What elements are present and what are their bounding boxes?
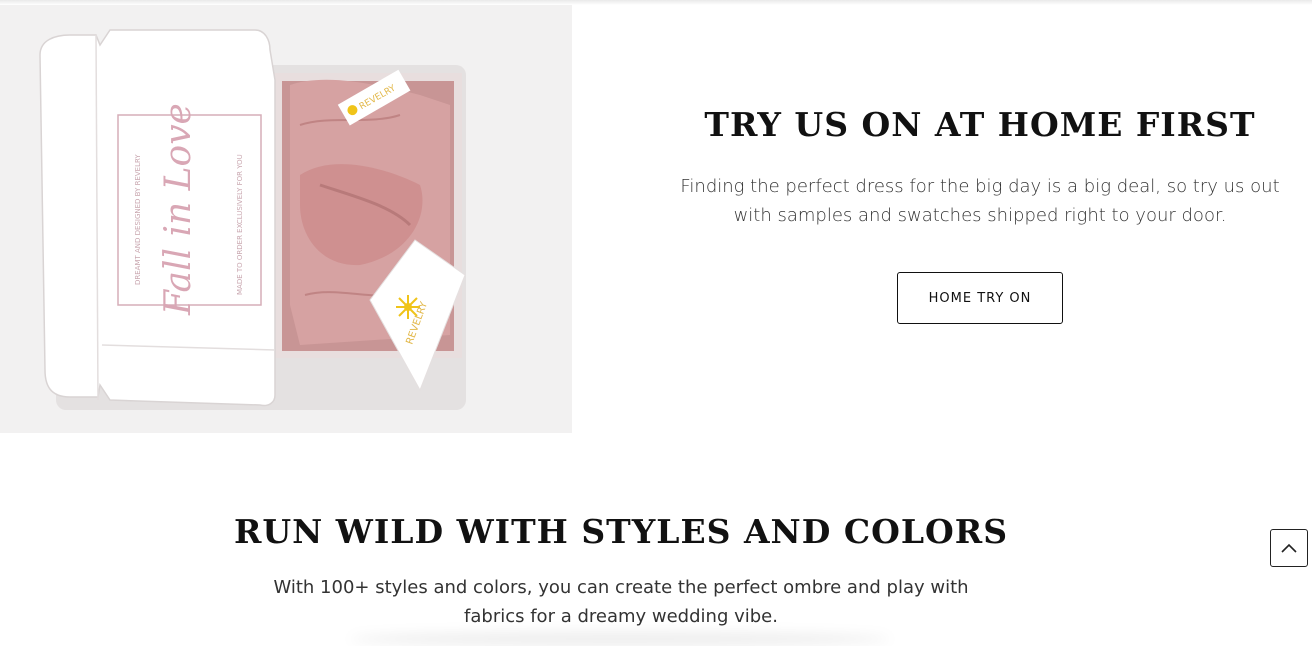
box-right-text: MADE TO ORDER EXCLUSIVELY FOR YOU: [236, 154, 244, 295]
hero-image: Fall in Love DREAMT AND DESIGNED BY REVE…: [0, 5, 572, 433]
home-try-on-button[interactable]: HOME TRY ON: [897, 272, 1063, 324]
try-section-title: TRY US ON AT HOME FIRST: [704, 105, 1256, 144]
box-left-text: DREAMT AND DESIGNED BY REVELRY: [134, 154, 142, 285]
chevron-up-icon: [1280, 539, 1298, 558]
run-section-description: With 100+ styles and colors, you can cre…: [273, 577, 969, 627]
run-section-title: RUN WILD WITH STYLES AND COLORS: [233, 512, 1009, 551]
scroll-to-top-button[interactable]: [1270, 529, 1308, 567]
try-section-description: Finding the perfect dress for the big da…: [680, 176, 1280, 226]
box-script-text: Fall in Love: [158, 103, 199, 316]
try-at-home-section: TRY US ON AT HOME FIRST Finding the perf…: [650, 105, 1310, 324]
styles-colors-section: RUN WILD WITH STYLES AND COLORS With 100…: [0, 512, 1242, 631]
